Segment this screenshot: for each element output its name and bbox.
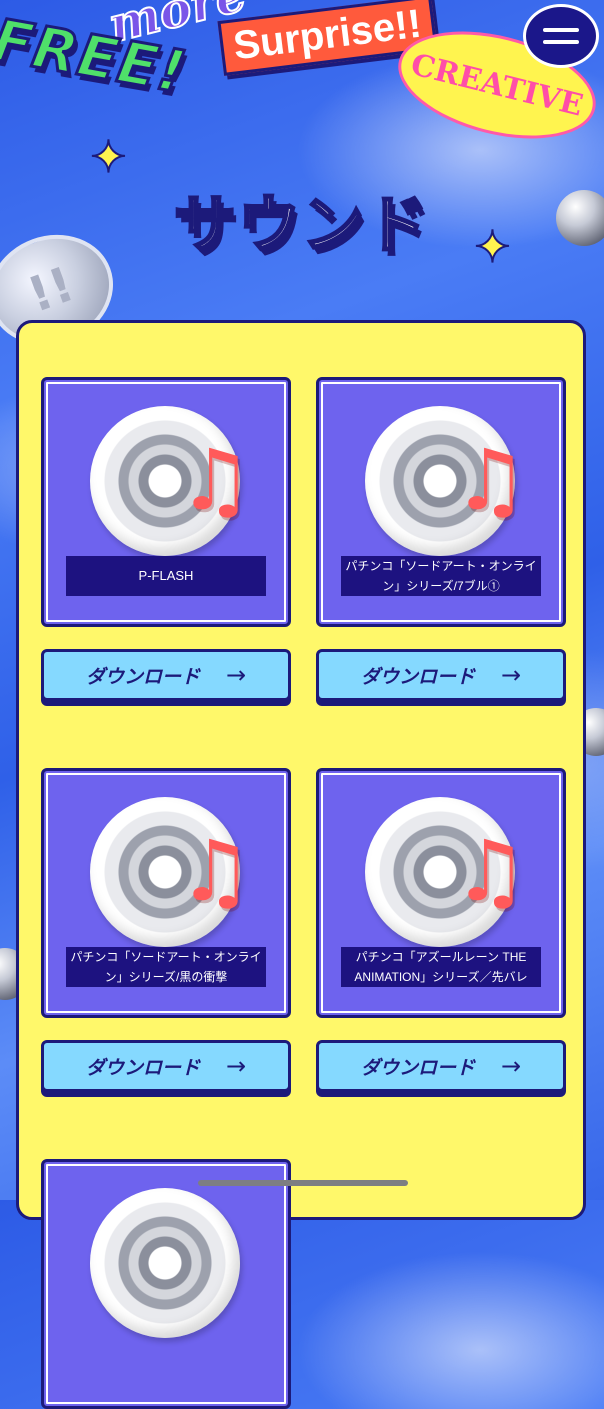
music-note-icon: ♫	[453, 431, 529, 529]
arrow-right-icon: →	[500, 661, 522, 689]
sound-card-image: ♫ パチンコ「ソードアート・オンライン」シリーズ/7ブル①	[316, 377, 566, 627]
sound-card-image: ♫ パチンコ「ソードアート・オンライン」シリーズ/黒の衝撃	[41, 768, 291, 1018]
sound-list-panel: ♫ P-FLASH ダウンロード → ♫ パチンコ「ソードアート・オンライン」シ…	[16, 320, 586, 1409]
music-note-icon: ♫	[453, 822, 529, 920]
hamburger-icon-line	[543, 28, 579, 32]
music-note-icon: ♫	[178, 822, 254, 920]
sound-card-image: ♫ P-FLASH	[41, 377, 291, 627]
sound-card: ♫ パチンコ「ソードアート・オンライン」シリーズ/黒の衝撃 ダウンロード →	[41, 768, 291, 1092]
page-title: サウンド	[172, 187, 430, 263]
download-button-label: ダウンロード	[85, 1056, 200, 1079]
download-button-label: ダウンロード	[360, 665, 475, 688]
arrow-right-icon: →	[225, 1052, 247, 1080]
arrow-right-icon: →	[225, 661, 247, 689]
sound-card-label: パチンコ「ソードアート・オンライン」シリーズ/黒の衝撃	[66, 947, 266, 987]
download-button-label: ダウンロード	[85, 665, 200, 688]
sound-card-label: P-FLASH	[66, 556, 266, 596]
sound-card: ♫ P-FLASH ダウンロード →	[41, 377, 291, 701]
music-disc-icon	[90, 1188, 240, 1338]
sound-card-image	[41, 1159, 291, 1409]
download-button[interactable]: ダウンロード →	[316, 1040, 566, 1092]
sound-card	[41, 1159, 291, 1409]
sound-card: ♫ パチンコ「アズールレーン THE ANIMATION」シリーズ／先バレ ダウ…	[316, 768, 566, 1092]
sound-card-label: パチンコ「アズールレーン THE ANIMATION」シリーズ／先バレ	[341, 947, 541, 987]
sound-card-label: パチンコ「ソードアート・オンライン」シリーズ/7ブル①	[341, 556, 541, 596]
music-note-icon: ♫	[178, 431, 254, 529]
download-button[interactable]: ダウンロード →	[41, 649, 291, 701]
hamburger-icon-line	[543, 40, 579, 44]
home-indicator	[198, 1180, 408, 1186]
download-button-label: ダウンロード	[360, 1056, 475, 1079]
arrow-right-icon: →	[500, 1052, 522, 1080]
sound-card-image: ♫ パチンコ「アズールレーン THE ANIMATION」シリーズ／先バレ	[316, 768, 566, 1018]
sound-card: ♫ パチンコ「ソードアート・オンライン」シリーズ/7ブル① ダウンロード →	[316, 377, 566, 701]
menu-button[interactable]	[523, 4, 599, 68]
download-button[interactable]: ダウンロード →	[316, 649, 566, 701]
download-button[interactable]: ダウンロード →	[41, 1040, 291, 1092]
